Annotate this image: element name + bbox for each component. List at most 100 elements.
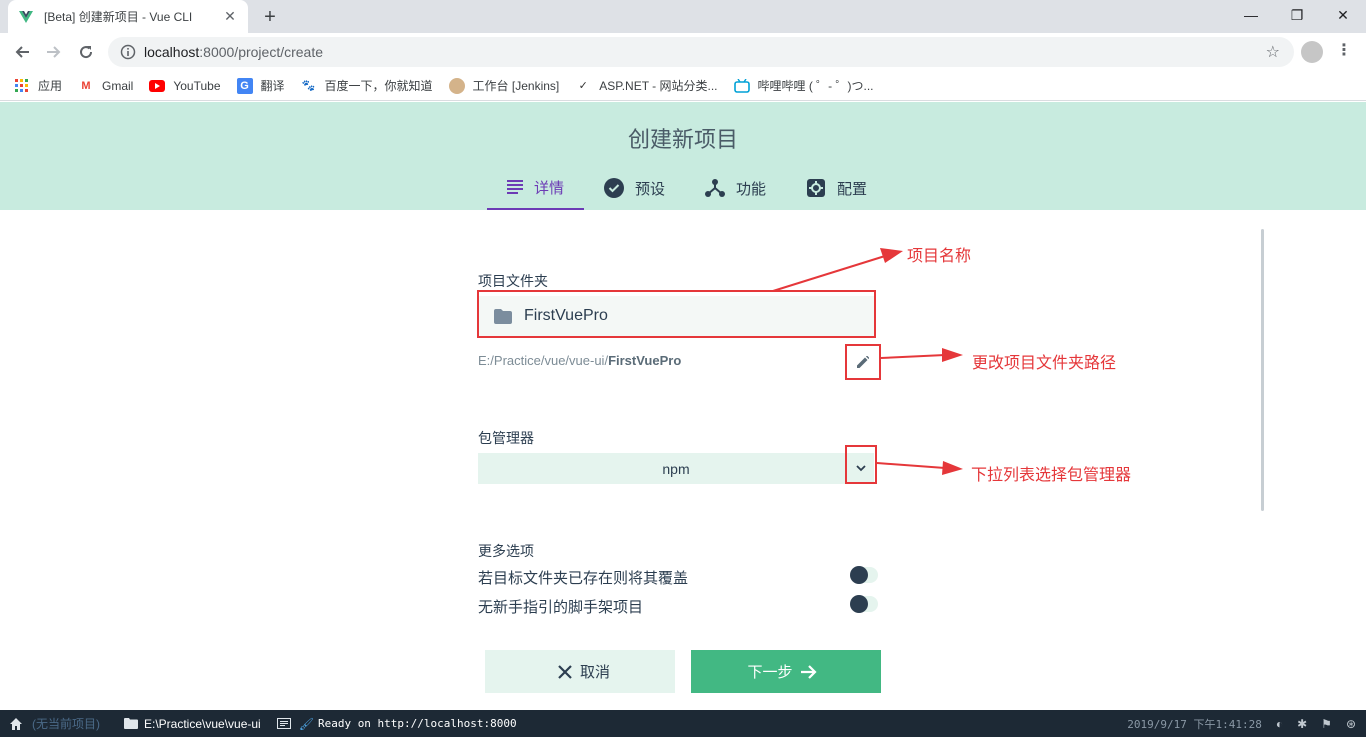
bookmark-translate[interactable]: G 翻译	[236, 77, 285, 94]
dark-mode-icon[interactable]: ◐	[1276, 717, 1283, 731]
bookmark-label: 应用	[38, 79, 63, 93]
folder-path: E:\Practice\vue\vue-ui	[144, 716, 261, 731]
home-icon	[10, 717, 22, 730]
bookmark-aspnet[interactable]: ✓ ASP.NET - 网站分类...	[575, 77, 718, 94]
tab-details[interactable]: 详情	[487, 166, 585, 210]
next-label: 下一步	[747, 664, 793, 681]
translate-icon: G	[236, 77, 253, 94]
bookmark-jenkins[interactable]: 工作台 [Jenkins]	[448, 77, 560, 94]
cancel-label: 取消	[579, 664, 610, 681]
page-title: 创建新项目	[627, 127, 738, 152]
tab-label: 预设	[635, 180, 666, 198]
url-host: localhost	[144, 44, 200, 60]
settings-icon	[807, 179, 826, 197]
reload-button[interactable]	[74, 40, 98, 64]
bilibili-icon	[733, 78, 750, 94]
content-scrollbar[interactable]	[1261, 229, 1264, 511]
bookmark-star-icon[interactable]: ☆	[1266, 42, 1280, 62]
log-status[interactable]: 🖌 Ready on http://localhost:8000	[276, 716, 517, 731]
minimize-button[interactable]: —	[1228, 0, 1274, 30]
bookmark-label: Gmail	[102, 78, 134, 93]
url-path: :8000/project/create	[199, 44, 324, 60]
gmail-icon: M	[81, 79, 91, 92]
thumbs-up-icon[interactable]: ⊛	[1346, 717, 1356, 731]
profile-avatar[interactable]	[1301, 41, 1323, 63]
folder-label: 项目文件夹	[478, 273, 548, 289]
bookmark-label: 翻译	[260, 79, 285, 93]
browser-menu-icon[interactable]: ⋮	[1334, 41, 1354, 63]
branch-icon	[705, 179, 726, 197]
status-bar: (无当前项目) E:\Practice\vue\vue-ui 🖌 Ready o…	[0, 710, 1366, 737]
arrow-right-icon	[800, 664, 817, 679]
brush-icon: 🖌	[298, 716, 314, 731]
bookmark-youtube[interactable]: YouTube	[149, 78, 221, 94]
window-close-button[interactable]: ✕	[1320, 0, 1366, 30]
bookmark-apps[interactable]: 应用	[14, 77, 62, 94]
annotation-box-pm	[845, 445, 877, 484]
bug-icon[interactable]: ✱	[1297, 717, 1307, 731]
toggle-knob	[850, 595, 868, 613]
new-tab-button[interactable]: +	[258, 5, 282, 29]
tab-label: 功能	[736, 180, 767, 198]
annotation-change-path: 更改项目文件夹路径	[972, 355, 1117, 372]
path-name: FirstVuePro	[608, 353, 682, 368]
forward-button[interactable]	[42, 40, 66, 64]
tab-label: 详情	[534, 179, 565, 197]
annotation-box-path	[845, 344, 881, 380]
tab-features[interactable]: 功能	[685, 166, 786, 210]
home-button[interactable]: (无当前项目)	[10, 715, 100, 732]
toggle-knob	[850, 566, 868, 584]
package-manager-select[interactable]: npm	[478, 453, 874, 484]
bookmark-label: YouTube	[173, 78, 221, 93]
annotation-box-name	[477, 290, 876, 338]
bookmark-label: 哔哩哔哩 ( ゜- ゜)つ...	[757, 79, 874, 93]
check-circle-icon	[604, 178, 625, 198]
bookmark-gmail[interactable]: M Gmail	[78, 78, 133, 94]
datetime: 2019/9/17 下午1:41:28	[1127, 717, 1262, 731]
youtube-icon	[149, 78, 166, 94]
arrow-left-icon	[15, 46, 29, 58]
no-guide-toggle[interactable]	[850, 595, 878, 613]
next-button[interactable]: 下一步	[691, 650, 881, 693]
translate-icon[interactable]: ⚑	[1321, 717, 1332, 731]
bookmark-label: 工作台 [Jenkins]	[472, 79, 560, 93]
baidu-paw-icon: 🐾	[301, 80, 316, 92]
aspnet-icon: ✓	[578, 80, 588, 92]
jenkins-icon	[448, 77, 465, 94]
tab-config[interactable]: 配置	[786, 166, 887, 210]
list-icon	[507, 180, 523, 194]
annotation-project-name: 项目名称	[907, 248, 972, 265]
bookmark-label: ASP.NET - 网站分类...	[599, 79, 718, 93]
close-icon	[558, 664, 572, 679]
bookmark-bilibili[interactable]: 哔哩哔哩 ( ゜- ゜)つ...	[733, 77, 874, 94]
console-icon	[276, 718, 291, 729]
folder-icon	[124, 718, 138, 729]
tab-title: [Beta] 创建新项目 - Vue CLI	[44, 10, 193, 24]
bookmark-label: 百度一下，你就知道	[324, 79, 433, 93]
package-manager-value: npm	[662, 460, 690, 477]
reload-icon	[80, 46, 93, 59]
overwrite-toggle[interactable]	[850, 566, 878, 584]
step-tabs: 详情 预设 功能 配置	[487, 166, 887, 210]
path-prefix: E:/Practice/vue/vue-ui/	[478, 353, 609, 368]
current-project: (无当前项目)	[32, 717, 100, 731]
arrow-right-icon	[47, 46, 61, 58]
bookmarks-bar: 应用 M Gmail YouTube G 翻译 🐾 百度一下，你就知道 工作台 …	[0, 71, 1366, 101]
project-path: E:/Practice/vue/vue-ui/FirstVuePro	[478, 353, 681, 368]
tab-label: 配置	[837, 180, 868, 198]
browser-toolbar: localhost:8000/project/create ☆ ⋮	[0, 33, 1366, 71]
tab-close-icon[interactable]: ✕	[222, 8, 238, 25]
restore-button[interactable]: ❐	[1274, 0, 1320, 30]
vue-logo-icon	[19, 10, 33, 23]
back-button[interactable]	[10, 40, 34, 64]
log-text: Ready on http://localhost:8000	[317, 717, 517, 730]
app-header: 创建新项目 详情 预设 功能 配置	[0, 102, 1366, 210]
folder-status[interactable]: E:\Practice\vue\vue-ui	[124, 717, 261, 731]
cancel-button[interactable]: 取消	[485, 650, 675, 693]
address-bar[interactable]: localhost:8000/project/create ☆	[108, 37, 1294, 67]
info-icon	[120, 44, 136, 60]
more-options-label: 更多选项	[478, 543, 534, 559]
bookmark-baidu[interactable]: 🐾 百度一下，你就知道	[301, 77, 433, 94]
browser-tab[interactable]: [Beta] 创建新项目 - Vue CLI ✕	[8, 0, 248, 33]
tab-presets[interactable]: 预设	[584, 166, 685, 210]
